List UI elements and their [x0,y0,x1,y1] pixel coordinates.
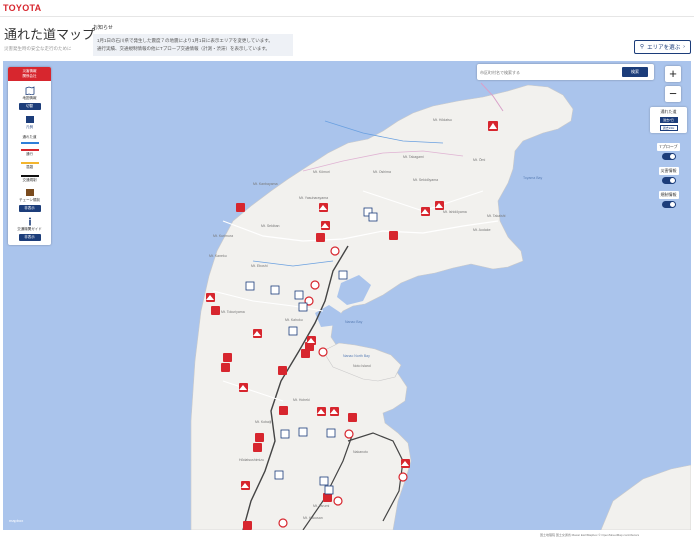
transit-toggle-button[interactable]: 非表示 [18,234,41,241]
legend-icon [25,116,34,123]
notice-box: 1月1日の石川県で発生した震度７の地震により1月1日に表示エリアを変更しています… [93,34,293,56]
map-label: Mt. Kaneku [209,254,227,258]
map-label: Nanao Bay [345,320,363,324]
map-pin-icon: ⚲ [640,44,645,50]
legend-key: 凡例 [8,115,51,130]
map-label: Nanao North Bay [343,354,370,358]
top-bar: TOYOTA [0,0,694,17]
disaster-toggle[interactable] [661,177,676,184]
legend-label: チェーン規制 [19,198,40,202]
tprobe-panel: Tプローブ [650,143,687,160]
map-label: Mt. Oshima [373,170,391,174]
map-label: Mt. Takagami [403,155,424,159]
map-label: Mt. Kōmori [313,170,330,174]
map-label: Mt. Sekidōyama [413,178,438,182]
map-label: Toyama Bay [523,176,543,180]
legend-map-info: 地図情報 切替 [8,86,51,110]
map-label: Mt. Aodake [473,228,491,232]
legend-line [20,162,39,164]
page-subtitle: 災害発生時の安全な走行のために [4,46,72,51]
mapbox-logo[interactable]: mapbox [9,518,23,523]
passed-roads-panel: 通れた道 過去7日 過去24H [650,107,687,133]
tprobe-toggle[interactable] [661,153,676,160]
map-label: Mt. Hakusan [303,516,323,520]
legend-label: 地図情報 [22,96,37,100]
toyota-logo[interactable]: TOYOTA [3,3,41,13]
disaster-label: 災害情報 [658,167,679,175]
legend-panel: 災害情報 関係会社 地図情報 切替 凡例 通れた道 通行 混雑 交通規制 チェー… [8,67,51,245]
legend-line [20,142,39,144]
legend-line [20,175,39,177]
legend-label: 交通機関ガイド [17,227,42,231]
noto-peninsula-land [190,84,574,530]
legend-regulation: 交通規制 [8,175,51,183]
select-area-label: エリアを選ぶ [647,45,681,51]
title-area: 通れた道マップ 災害発生時の安全な走行のために [4,24,95,52]
map-label: Mt. Ishidōyama [443,210,467,214]
regulation-toggle[interactable] [661,201,676,208]
map-label: Noto Island [353,364,371,368]
zoom-out-button[interactable]: − [665,86,681,102]
map-label: Mt. Takaishi [487,214,506,218]
map-label: Mt. Kobaiji [255,420,272,424]
legend-transit: 交通機関ガイド 非表示 [8,217,51,241]
toyama-land [600,464,691,530]
legend-header[interactable]: 災害情報 関係会社 [8,67,51,81]
legend-label: 通行 [26,152,33,156]
legend-chain: チェーン規制 非表示 [8,188,51,212]
passed-roads-box: 通れた道 過去7日 過去24H [650,107,687,133]
map-label: Mt. Kahoku [285,318,303,322]
map-canvas[interactable]: Mt. Hōdatsu Mt. Kanbayama Mt. Kōmori Mt.… [3,61,691,530]
legend-label: 混雑 [26,165,33,169]
map-base: Mt. Hōdatsu Mt. Kanbayama Mt. Kōmori Mt.… [190,82,691,530]
map-label: Mt. Hoheki [293,398,310,402]
select-area-button[interactable]: ⚲ エリアを選ぶ › [634,40,691,54]
map-label: Mt. Sekiban [261,224,280,228]
map-label: Mt. Kanbayama [253,182,278,186]
notice-line-2: 通行実績、交通規制情報の他にTプローブ交通情報（計測・渋滞）を表示しています。 [97,46,270,51]
map-copyright: 国土地理院 国土交通省 Maxar Esri/Mapbox © OpenStre… [540,533,640,537]
page-title: 通れた道マップ [4,27,96,42]
passed-roads-label: 通れた道 [660,109,677,114]
search-input[interactable] [480,67,620,77]
map-icon [25,86,34,95]
search-box: 検索 [477,64,654,80]
disaster-panel: 災害情報 [650,167,687,184]
map-label: Nakanoto [353,450,368,454]
tprobe-label: Tプローブ [657,143,680,151]
chain-toggle-button[interactable]: 非表示 [18,205,41,212]
regulation-panel: 規制情報 [650,191,687,208]
legend-label: 交通規制 [22,178,37,182]
map-label: Mt. Tarumi [313,504,329,508]
map-label: Hōdatsushimizu [239,458,264,462]
map-label: Mt. Eboshi [251,264,268,268]
notice-line-1: 1月1日の石川県で発生した震度７の地震により1月1日に表示エリアを変更しています… [97,38,273,43]
legend-line [20,149,39,151]
map-label: Mt. Tokuriyama [221,310,245,314]
map-label: Mt. Ōmi [473,158,485,162]
search-button[interactable]: 検索 [622,67,648,77]
notice-section: お知らせ 1月1日の石川県で発生した震度７の地震により1月1日に表示エリアを変更… [93,24,293,56]
notice-label: お知らせ [93,25,113,31]
legend-closed: 通行 [8,149,51,157]
legend-label: 凡例 [26,125,33,129]
chain-icon [25,189,34,196]
map-label: Mt. Yasuharayama [299,196,328,200]
legend-label: 通れた道 [22,135,37,139]
info-icon [28,217,31,226]
regulation-label: 規制情報 [658,191,679,199]
legend-congestion: 混雑 [8,162,51,170]
past-24h-button[interactable]: 過去24H [659,125,678,131]
map-info-button[interactable]: 切替 [18,103,41,110]
zoom-in-button[interactable]: + [665,66,681,82]
map-label: Mt. Hōdatsu [433,118,452,122]
map-label: Mt. Kurimura [213,234,233,238]
legend-passed-road: 通れた道 [8,135,51,144]
chevron-right-icon: › [683,44,685,50]
past-7days-button[interactable]: 過去7日 [659,117,678,123]
